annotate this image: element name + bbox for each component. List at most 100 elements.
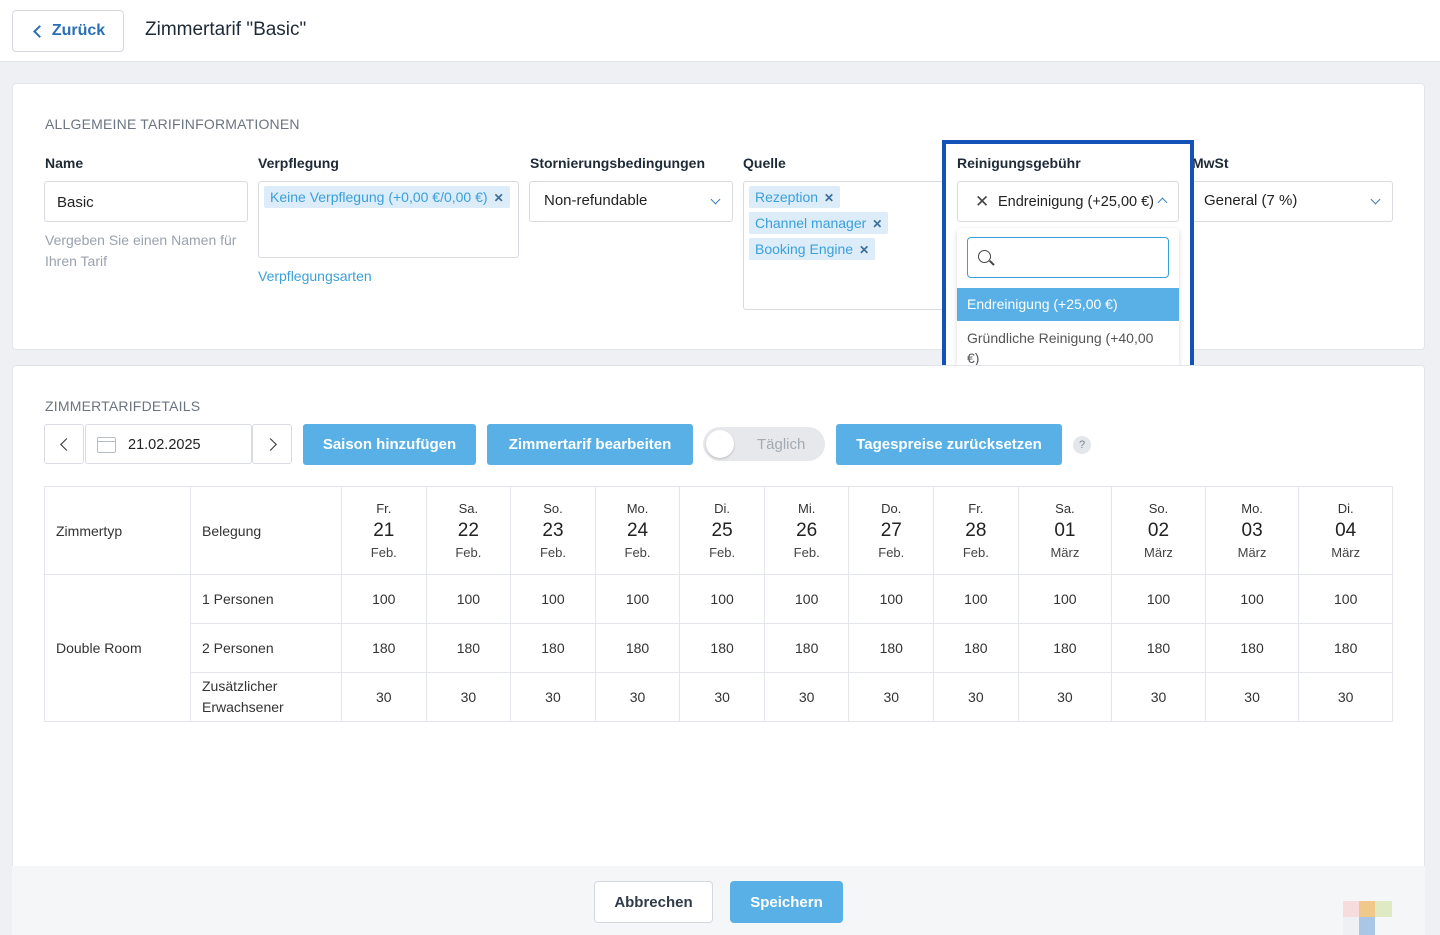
meals-tag[interactable]: Keine Verpflegung (+0,00 €/0,00 €) ✕ (264, 186, 510, 208)
calendar-icon (97, 437, 116, 453)
column-header-day: Mo. 03 März (1204, 486, 1300, 575)
day-month: Feb. (709, 544, 736, 560)
details-section-title: ZIMMERTARIFDETAILS (45, 398, 201, 414)
widget-tile-icon (1343, 901, 1359, 917)
day-dow: So. (543, 500, 563, 516)
price-cell[interactable]: 180 (763, 623, 850, 673)
price-cell[interactable]: 180 (425, 623, 512, 673)
day-month: Feb. (539, 544, 566, 560)
price-cell[interactable]: 30 (510, 672, 596, 722)
occupancy-cell: Zusätzlicher Erwachsener (190, 672, 342, 722)
price-cell[interactable]: 100 (594, 574, 681, 624)
meals-types-link[interactable]: Verpflegungsarten (258, 268, 372, 284)
day-month: Feb. (370, 544, 397, 560)
name-input-value: Basic (57, 194, 94, 211)
price-cell[interactable]: 100 (1017, 574, 1113, 624)
day-month: Feb. (455, 544, 482, 560)
day-dow: So. (1148, 500, 1169, 516)
price-cell[interactable]: 30 (341, 672, 427, 722)
price-cell[interactable]: 100 (763, 574, 850, 624)
price-cell[interactable]: 100 (848, 574, 935, 624)
price-cell[interactable]: 100 (510, 574, 596, 624)
price-cell[interactable]: 100 (425, 574, 512, 624)
price-cell[interactable]: 30 (1017, 672, 1113, 722)
meals-multiselect[interactable]: Keine Verpflegung (+0,00 €/0,00 €) ✕ (258, 181, 519, 258)
price-cell[interactable]: 30 (763, 672, 850, 722)
column-header-day: Mo. 24 Feb. (594, 486, 681, 575)
price-cell[interactable]: 180 (848, 623, 935, 673)
price-cell[interactable]: 180 (1204, 623, 1300, 673)
price-cell[interactable]: 30 (679, 672, 765, 722)
column-header-day: Di. 25 Feb. (679, 486, 765, 575)
price-cell[interactable]: 180 (1111, 623, 1206, 673)
option-gruendliche-reinigung[interactable]: Gründliche Reinigung (+40,00 €) (957, 328, 1179, 368)
remove-tag-icon[interactable]: ✕ (859, 243, 869, 257)
cancellation-select[interactable]: Non-refundable (529, 181, 733, 222)
column-header-day: So. 02 März (1111, 486, 1206, 575)
source-label: Quelle (743, 155, 786, 171)
table-row: Zusätzlicher Erwachsener 30 30 30 30 30 30 30 30… (45, 672, 1393, 722)
chevron-left-icon (32, 24, 46, 38)
chevron-up-icon (1157, 197, 1168, 208)
column-header-day: Mi. 26 Feb. (763, 486, 850, 575)
price-cell[interactable]: 100 (1204, 574, 1300, 624)
source-tag-label: Booking Engine (755, 241, 854, 257)
price-cell[interactable]: 30 (848, 672, 935, 722)
chevron-left-icon (60, 438, 73, 451)
day-dow: Sa. (458, 500, 479, 516)
source-tag-booking-engine[interactable]: Booking Engine ✕ (749, 238, 876, 260)
price-cell[interactable]: 30 (594, 672, 681, 722)
column-header-day: Di. 04 März (1298, 486, 1393, 575)
price-cell[interactable]: 100 (933, 574, 1019, 624)
occupancy-cell: 2 Personen (190, 623, 342, 673)
daily-toggle[interactable]: Täglich (703, 427, 825, 461)
back-button[interactable]: Zurück (12, 10, 124, 52)
widget-tile-icon (1359, 901, 1375, 917)
price-cell[interactable]: 180 (594, 623, 681, 673)
price-cell[interactable]: 100 (341, 574, 427, 624)
day-dow: Mo. (626, 500, 649, 516)
top-bar: Zurück Zimmertarif "Basic" (0, 0, 1440, 62)
vat-label: MwSt (1192, 155, 1229, 171)
price-cell[interactable]: 100 (1111, 574, 1206, 624)
name-input[interactable]: Basic (44, 181, 248, 222)
day-day: 03 (1241, 519, 1263, 541)
next-date-button[interactable] (252, 424, 292, 464)
edit-rate-button[interactable]: Zimmertarif bearbeiten (487, 424, 693, 465)
save-button[interactable]: Speichern (730, 881, 843, 923)
day-month: März (1331, 544, 1361, 560)
cleaning-fee-select[interactable]: ✕ Endreinigung (+25,00 €) (957, 181, 1179, 222)
price-cell[interactable]: 180 (1017, 623, 1113, 673)
price-cell[interactable]: 180 (510, 623, 596, 673)
column-header-occupancy: Belegung (190, 486, 342, 575)
prev-date-button[interactable] (44, 424, 84, 464)
price-cell[interactable]: 30 (933, 672, 1019, 722)
date-picker[interactable]: 21.02.2025 (85, 424, 252, 464)
reset-prices-button[interactable]: Tagespreise zurücksetzen (836, 424, 1062, 465)
meals-tag-label: Keine Verpflegung (+0,00 €/0,00 €) (270, 189, 488, 205)
remove-tag-icon[interactable]: ✕ (872, 217, 882, 231)
cancel-button[interactable]: Abbrechen (594, 881, 713, 923)
source-tag-rezeption[interactable]: Rezeption ✕ (749, 186, 841, 208)
option-endreinigung[interactable]: Endreinigung (+25,00 €) (957, 288, 1179, 321)
price-cell[interactable]: 30 (1298, 672, 1393, 722)
price-cell[interactable]: 180 (679, 623, 765, 673)
price-cell[interactable]: 100 (679, 574, 765, 624)
price-cell[interactable]: 180 (341, 623, 427, 673)
price-cell[interactable]: 30 (1111, 672, 1206, 722)
price-cell[interactable]: 30 (425, 672, 512, 722)
add-season-button[interactable]: Saison hinzufügen (303, 424, 476, 465)
clear-icon[interactable]: ✕ (975, 192, 989, 212)
help-icon[interactable]: ? (1073, 436, 1091, 454)
remove-tag-icon[interactable]: ✕ (824, 191, 834, 205)
price-cell[interactable]: 30 (1204, 672, 1300, 722)
vat-select[interactable]: General (7 %) (1189, 181, 1393, 222)
price-cell[interactable]: 100 (1298, 574, 1393, 624)
price-cell[interactable]: 180 (933, 623, 1019, 673)
remove-tag-icon[interactable]: ✕ (494, 191, 504, 205)
price-cell[interactable]: 180 (1298, 623, 1393, 673)
source-multiselect[interactable]: Rezeption ✕ Channel manager ✕ Booking Engi… (743, 181, 953, 310)
cleaning-fee-search-input[interactable] (967, 237, 1169, 278)
rates-table: Zimmertyp Belegung Fr. 21 Feb. Sa. 22 Feb. So.… (44, 486, 1393, 722)
source-tag-channel-manager[interactable]: Channel manager ✕ (749, 212, 889, 234)
